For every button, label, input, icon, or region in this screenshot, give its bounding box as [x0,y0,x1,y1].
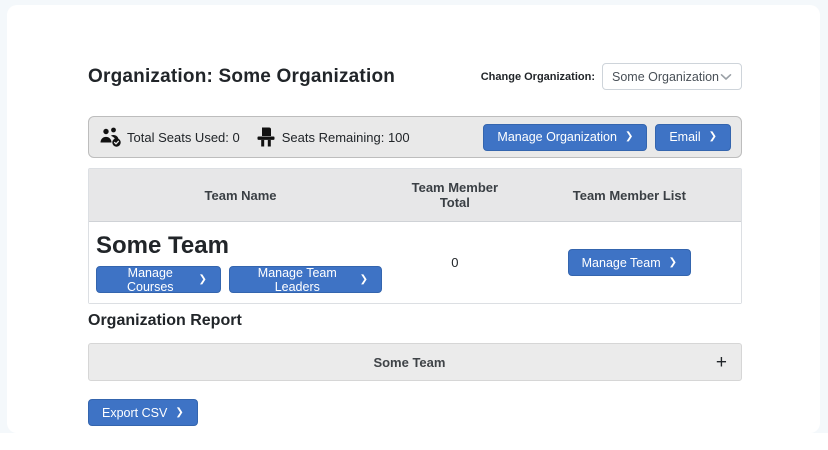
chevron-right-icon: ❯ [360,275,368,285]
chevron-down-icon [720,73,732,81]
change-organization-group: Change Organization: Some Organization [481,63,742,90]
email-button[interactable]: Email ❯ [655,124,731,151]
manage-organization-button[interactable]: Manage Organization ❯ [483,124,647,151]
team-name: Some Team [96,232,229,260]
report-accordion-header[interactable]: Some Team + [88,343,742,381]
chevron-right-icon: ❯ [175,408,183,418]
manage-team-button-label: Manage Team [582,256,661,270]
organization-select[interactable]: Some Organization [602,63,742,90]
team-member-total-cell: 0 [392,222,518,303]
teams-table-header: Team Name Team Member Total Team Member … [89,169,741,222]
seats-info-bar: Total Seats Used: 0 Seats Remaining: 100… [88,116,742,158]
report-accordion-title: Some Team [103,355,716,370]
team-member-total-value: 0 [451,255,458,270]
change-organization-label: Change Organization: [481,71,595,83]
chair-icon [254,125,278,149]
email-button-label: Email [669,130,700,144]
manage-team-leaders-button-label: Manage Team Leaders [243,266,352,294]
manage-team-button[interactable]: Manage Team ❯ [568,249,691,276]
chevron-right-icon: ❯ [669,258,677,268]
chevron-right-icon: ❯ [625,132,633,142]
manage-team-leaders-button[interactable]: Manage Team Leaders ❯ [229,266,382,293]
manage-courses-button[interactable]: Manage Courses ❯ [96,266,221,293]
total-seats-used-text: Total Seats Used: 0 [127,130,240,145]
manage-courses-button-label: Manage Courses [110,266,191,294]
page-title: Organization: Some Organization [88,66,395,88]
column-header-team-name: Team Name [89,169,392,221]
team-member-list-cell: Manage Team ❯ [518,222,741,303]
seats-used-group: Total Seats Used: 0 [99,125,240,149]
people-check-icon [99,125,123,149]
header-row: Organization: Some Organization Change O… [88,63,742,90]
table-row: Some Team Manage Courses ❯ Manage Team L… [89,222,741,303]
column-header-team-member-list: Team Member List [518,169,741,221]
chevron-right-icon: ❯ [199,275,207,285]
seats-remaining-text: Seats Remaining: 100 [282,130,410,145]
organization-select-value: Some Organization [612,70,719,84]
manage-organization-button-label: Manage Organization [497,130,617,144]
chevron-right-icon: ❯ [709,132,717,142]
export-csv-button-label: Export CSV [102,406,167,420]
column-header-team-member-total: Team Member Total [392,169,518,221]
team-name-cell: Some Team Manage Courses ❯ Manage Team L… [89,222,392,303]
teams-table: Team Name Team Member Total Team Member … [88,168,742,304]
organization-report-heading: Organization Report [88,312,742,330]
seats-remaining-group: Seats Remaining: 100 [254,125,410,149]
plus-icon: + [716,353,727,372]
main-card: Organization: Some Organization Change O… [7,5,820,433]
export-csv-button[interactable]: Export CSV ❯ [88,399,198,426]
